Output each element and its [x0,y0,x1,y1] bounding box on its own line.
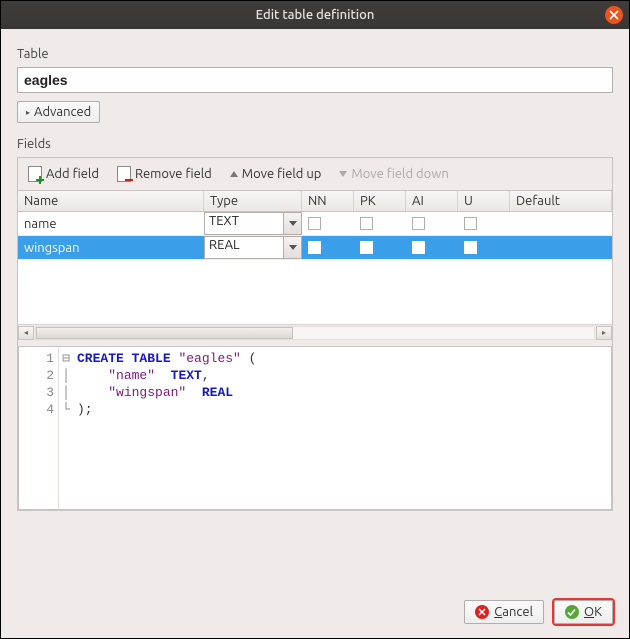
sql-line-numbers: 1234 [19,347,59,509]
cell-nn[interactable] [302,236,354,259]
move-down-label: Move field down [351,167,448,181]
type-dropdown-button[interactable] [284,236,302,259]
sql-text: CREATE TABLE "eagles" ( "name" TEXT, "wi… [73,347,611,509]
cell-type[interactable]: TEXT [204,212,302,235]
checkbox-icon[interactable] [464,241,477,254]
cancel-button[interactable]: Cancel [464,600,544,624]
dialog-buttons: Cancel OK [464,600,613,624]
cell-nn[interactable] [302,212,354,235]
cancel-icon [475,605,489,619]
col-header-type[interactable]: Type [204,191,302,211]
cell-name[interactable]: name [18,212,204,235]
type-value[interactable]: REAL [204,236,284,259]
advanced-label: Advanced [34,105,91,119]
checkbox-icon[interactable] [308,241,321,254]
cell-pk[interactable] [354,212,406,235]
cell-ai[interactable] [406,236,458,259]
dialog-content: Table ▸ Advanced Fields Add field [1,29,629,525]
cell-pk[interactable] [354,236,406,259]
type-dropdown-button[interactable] [284,212,302,235]
ok-label: OK [584,605,602,619]
col-header-default[interactable]: Default [510,191,612,211]
advanced-button[interactable]: ▸ Advanced [17,101,100,123]
fields-label: Fields [17,137,613,151]
ok-button[interactable]: OK [554,600,613,624]
grid-header: Name Type NN PK AI U Default [18,191,612,212]
add-field-label: Add field [46,167,99,181]
col-header-ai[interactable]: AI [406,191,458,211]
dialog-window: Edit table definition Table ▸ Advanced F… [0,0,630,639]
scroll-thumb[interactable] [36,327,293,339]
table-label: Table [17,47,613,61]
table-name-input[interactable] [17,67,613,93]
sql-preview: 1234 ⊟││└ CREATE TABLE "eagles" ( "name"… [18,346,612,510]
add-field-button[interactable]: Add field [28,166,99,182]
move-field-down-button: Move field down [339,167,448,181]
chevron-right-icon: ▸ [26,108,30,117]
col-header-name[interactable]: Name [18,191,204,211]
table-row[interactable]: name TEXT [18,212,612,236]
scroll-right-icon[interactable]: ▸ [596,326,612,340]
grid-body: name TEXT wingspan [18,212,612,324]
col-header-nn[interactable]: NN [302,191,354,211]
remove-field-icon [117,166,131,182]
table-row[interactable]: wingspan REAL [18,236,612,260]
type-value[interactable]: TEXT [204,212,284,235]
remove-field-label: Remove field [135,167,212,181]
checkbox-icon[interactable] [308,217,321,230]
cell-u[interactable] [458,236,510,259]
checkbox-icon[interactable] [360,241,373,254]
scroll-left-icon[interactable]: ◂ [18,326,34,340]
fields-toolbar: Add field Remove field Move field up Mov… [18,158,612,190]
arrow-down-icon [339,171,347,177]
checkbox-icon[interactable] [412,217,425,230]
fields-grid: Name Type NN PK AI U Default name TEXT [18,190,612,340]
checkbox-icon[interactable] [360,217,373,230]
cell-type[interactable]: REAL [204,236,302,259]
cell-default[interactable] [510,236,612,259]
horizontal-scrollbar[interactable]: ◂ ▸ [18,324,612,340]
code-fold-icon[interactable]: ⊟││└ [59,347,73,509]
cell-default[interactable] [510,212,612,235]
cell-name[interactable]: wingspan [18,236,204,259]
window-title: Edit table definition [256,8,375,22]
scroll-track[interactable] [35,326,595,340]
titlebar: Edit table definition [1,1,629,29]
col-header-u[interactable]: U [458,191,510,211]
move-up-label: Move field up [242,167,322,181]
cell-u[interactable] [458,212,510,235]
cancel-label: Cancel [494,605,533,619]
close-icon[interactable] [605,6,623,24]
checkbox-icon[interactable] [412,241,425,254]
checkbox-icon[interactable] [464,217,477,230]
arrow-up-icon [230,171,238,177]
chevron-down-icon [289,245,297,250]
cell-ai[interactable] [406,212,458,235]
col-header-pk[interactable]: PK [354,191,406,211]
remove-field-button[interactable]: Remove field [117,166,212,182]
chevron-down-icon [289,221,297,226]
move-field-up-button[interactable]: Move field up [230,167,322,181]
fields-panel: Add field Remove field Move field up Mov… [17,157,613,511]
ok-icon [565,605,579,619]
add-field-icon [28,166,42,182]
